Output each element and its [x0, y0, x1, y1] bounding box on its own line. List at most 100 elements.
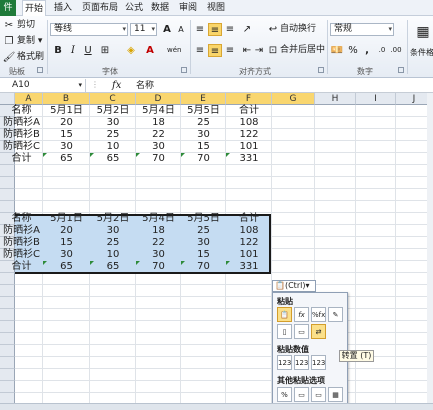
border-icon[interactable]: ⊞ — [98, 44, 112, 57]
conditional-format-button[interactable]: 条件格 — [410, 46, 433, 59]
header-cell[interactable]: 5月4日 — [136, 105, 181, 117]
row-header[interactable] — [0, 309, 15, 321]
fill-color-icon[interactable]: ◈ — [124, 44, 138, 57]
row-header[interactable] — [0, 297, 15, 309]
row-header[interactable] — [0, 285, 15, 297]
merge-center-button[interactable]: 合并后居中 — [280, 44, 325, 57]
align-bottom-icon[interactable]: ≡ — [223, 23, 237, 36]
header-cell[interactable]: 名称 — [0, 105, 43, 117]
tab-view[interactable]: 视图 — [204, 0, 228, 16]
table-cell[interactable]: 25 — [181, 117, 226, 129]
format-painter-button[interactable]: 格式刷 — [17, 51, 44, 64]
align-middle-icon[interactable]: ≡ — [208, 23, 222, 36]
paste-formulas-icon[interactable]: fx — [294, 307, 309, 322]
row-header[interactable] — [0, 369, 15, 381]
grow-font-button[interactable]: A — [160, 23, 174, 36]
error-indicator[interactable] — [90, 153, 94, 157]
table-cell[interactable]: 25 — [90, 237, 136, 249]
tab-page-layout[interactable]: 页面布局 — [80, 0, 120, 16]
table-cell[interactable]: 合计 — [0, 261, 43, 273]
row-header[interactable] — [0, 273, 15, 285]
tab-insert[interactable]: 插入 — [50, 0, 76, 16]
tab-home[interactable]: 开始 — [22, 0, 46, 17]
table-cell[interactable]: 30 — [181, 237, 226, 249]
table-cell[interactable]: 25 — [90, 129, 136, 141]
orientation-icon[interactable]: ↗ — [240, 23, 254, 36]
header-cell[interactable]: 5月2日 — [90, 213, 136, 225]
column-header-f[interactable]: F — [226, 93, 272, 105]
paste-linked-picture-icon[interactable]: ▦ — [328, 387, 343, 402]
number-format-select[interactable]: 常规 ▾ — [330, 23, 394, 36]
vertical-scrollbar[interactable] — [427, 93, 433, 403]
paste-picture-icon[interactable]: ▭ — [311, 387, 326, 402]
currency-icon[interactable]: 💴 — [330, 44, 344, 57]
row-header[interactable] — [0, 201, 15, 213]
table-cell[interactable]: 防晒衫B — [0, 129, 43, 141]
alignment-launcher[interactable] — [318, 67, 324, 73]
table-cell[interactable]: 65 — [43, 261, 90, 273]
align-top-icon[interactable]: ≡ — [193, 23, 207, 36]
error-indicator[interactable] — [43, 153, 47, 157]
row-header[interactable] — [0, 345, 15, 357]
number-launcher[interactable] — [398, 67, 404, 73]
paste-icon[interactable]: 📋 — [277, 307, 292, 322]
percent-button[interactable]: % — [346, 44, 360, 57]
table-cell[interactable]: 20 — [43, 225, 90, 237]
header-cell[interactable]: 5月4日 — [136, 213, 181, 225]
table-cell[interactable]: 22 — [136, 237, 181, 249]
column-header-d[interactable]: D — [136, 93, 181, 105]
row-header[interactable] — [0, 321, 15, 333]
table-cell[interactable]: 122 — [226, 237, 272, 249]
column-header-g[interactable]: G — [272, 93, 315, 105]
table-cell[interactable]: 108 — [226, 117, 272, 129]
column-header-c[interactable]: C — [90, 93, 136, 105]
table-cell[interactable]: 15 — [181, 141, 226, 153]
paste-formatting-icon[interactable]: % — [277, 387, 292, 402]
header-cell[interactable]: 合计 — [226, 213, 272, 225]
table-cell[interactable]: 防晒衫B — [0, 237, 43, 249]
table-cell[interactable]: 30 — [90, 225, 136, 237]
align-center-icon[interactable]: ≡ — [208, 44, 222, 57]
table-cell[interactable]: 331 — [226, 261, 272, 273]
cut-button[interactable]: 剪切 — [17, 19, 35, 32]
column-header-b[interactable]: B — [43, 93, 90, 105]
paste-transpose-icon[interactable]: ⇄ — [311, 324, 326, 339]
error-indicator[interactable] — [181, 261, 185, 265]
table-cell[interactable]: 65 — [90, 153, 136, 165]
error-indicator[interactable] — [136, 261, 140, 265]
worksheet-grid[interactable]: ABCDEFGHIJK 名称5月1日5月2日5月4日5月5日合计防晒衫A2030… — [0, 93, 433, 410]
font-size-select[interactable]: 11 ▾ — [130, 23, 157, 36]
column-header-e[interactable]: E — [181, 93, 226, 105]
table-cell[interactable]: 30 — [136, 141, 181, 153]
copy-button[interactable]: 复制 ▾ — [17, 35, 42, 48]
row-header[interactable] — [0, 381, 15, 393]
paste-keep-source-format-icon[interactable]: ✎ — [328, 307, 343, 322]
tab-review[interactable]: 审阅 — [176, 0, 200, 16]
row-header[interactable] — [0, 189, 15, 201]
clipboard-launcher[interactable] — [37, 67, 43, 73]
table-cell[interactable]: 70 — [181, 153, 226, 165]
error-indicator[interactable] — [43, 261, 47, 265]
tab-data[interactable]: 数据 — [148, 0, 172, 16]
error-indicator[interactable] — [226, 261, 230, 265]
table-cell[interactable]: 防晒衫C — [0, 249, 43, 261]
table-cell[interactable]: 65 — [90, 261, 136, 273]
table-cell[interactable]: 防晒衫C — [0, 141, 43, 153]
table-cell[interactable]: 70 — [136, 261, 181, 273]
table-cell[interactable]: 30 — [136, 249, 181, 261]
table-cell[interactable]: 30 — [43, 249, 90, 261]
table-cell[interactable]: 30 — [90, 117, 136, 129]
header-cell[interactable]: 5月2日 — [90, 105, 136, 117]
header-cell[interactable]: 5月5日 — [181, 105, 226, 117]
tab-formulas[interactable]: 公式 — [122, 0, 146, 16]
paste-formulas-number-format-icon[interactable]: %fx — [311, 307, 326, 322]
paste-values-number-format-icon[interactable]: 123 — [294, 355, 309, 370]
select-all-corner[interactable] — [0, 93, 15, 105]
formula-input[interactable]: 名称 — [136, 79, 154, 93]
header-cell[interactable]: 合计 — [226, 105, 272, 117]
column-header-a[interactable]: A — [15, 93, 43, 105]
table-cell[interactable]: 15 — [43, 129, 90, 141]
table-cell[interactable]: 20 — [43, 117, 90, 129]
error-indicator[interactable] — [226, 153, 230, 157]
column-header-i[interactable]: I — [356, 93, 396, 105]
